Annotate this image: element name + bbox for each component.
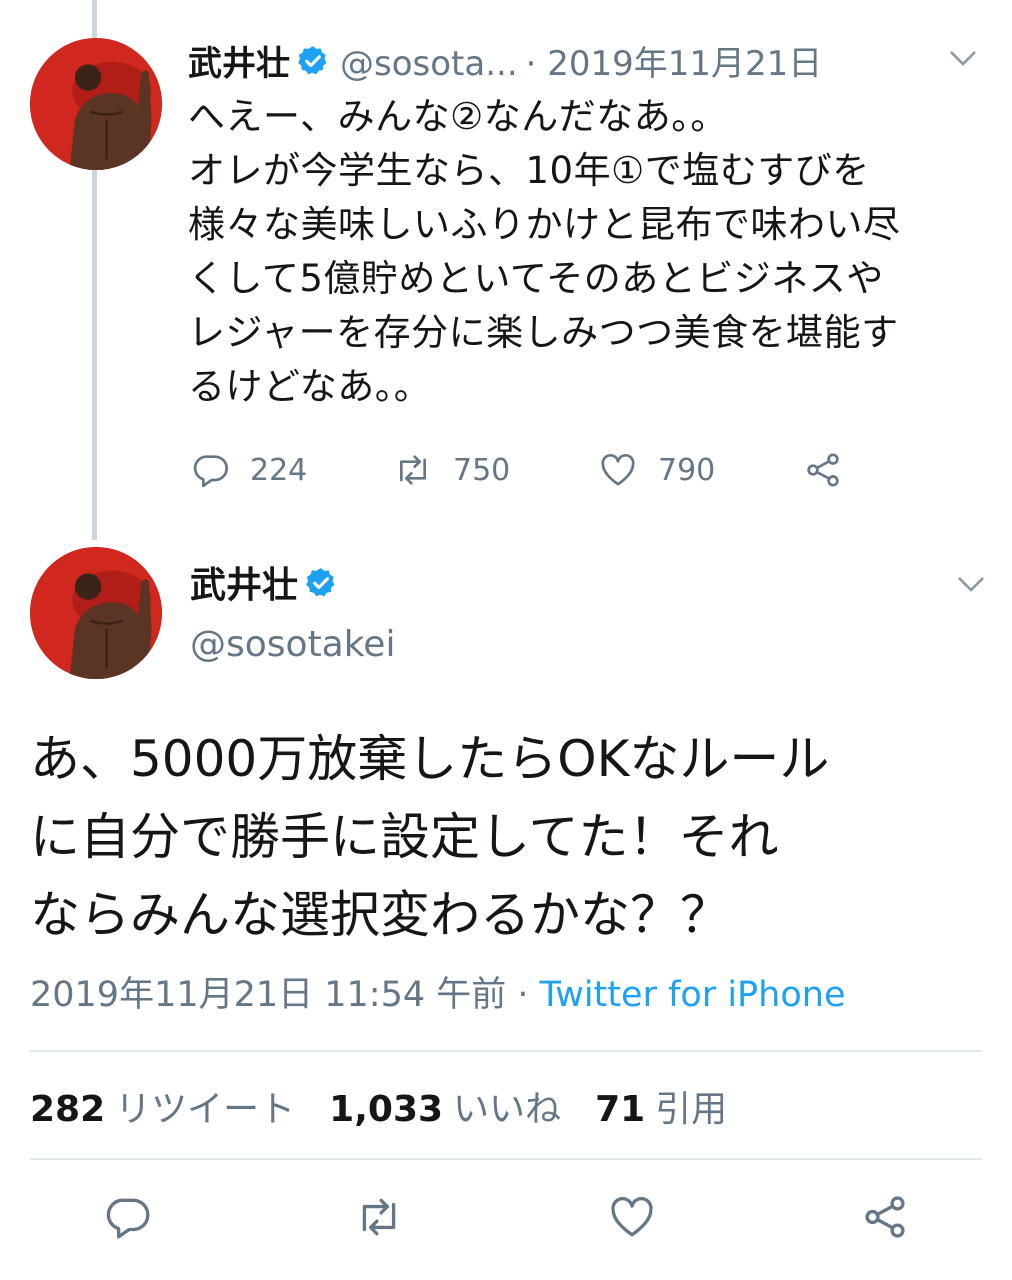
retweet-button[interactable] xyxy=(354,1192,404,1242)
tweet-text-line: ならみんな選択変わるかな？？ xyxy=(30,886,730,944)
tweet-action-bar xyxy=(0,1192,1012,1248)
avatar-image xyxy=(30,547,162,679)
tweet-meta: 2019年11月21日 11:54 午前 · Twitter for iPhon… xyxy=(30,966,845,1017)
heart-icon xyxy=(611,1196,653,1237)
verified-badge-icon xyxy=(296,44,330,78)
display-name[interactable]: 武井壮 xyxy=(190,565,298,606)
display-name[interactable]: 武井壮 xyxy=(188,44,290,84)
tweet-text-line: に自分で勝手に設定してた！それ xyxy=(30,808,779,866)
retweet-icon xyxy=(362,1198,396,1236)
tweet-text-line: へえー、みんな②なんだなあ。。 xyxy=(188,95,728,138)
tweet-header: 武井壮 xyxy=(190,556,338,608)
reply-button[interactable]: 224 xyxy=(190,445,307,495)
divider xyxy=(30,1158,982,1160)
heart-icon xyxy=(601,454,635,486)
chevron-down-icon[interactable] xyxy=(956,574,986,594)
verified-badge-icon xyxy=(304,566,338,600)
user-handle[interactable]: @sosotakei xyxy=(190,624,395,665)
retweet-icon xyxy=(400,455,426,485)
reply-icon xyxy=(193,455,228,488)
share-button[interactable] xyxy=(803,445,843,495)
tweet-text-line: 様々な美味しいふりかけと昆布で味わい尽 xyxy=(188,203,901,246)
like-button[interactable]: 790 xyxy=(598,445,715,495)
tweet-date[interactable]: · 2019年11月21日 xyxy=(526,44,823,84)
share-icon xyxy=(807,453,839,487)
retweet-total[interactable]: 282 xyxy=(30,1089,105,1130)
share-icon xyxy=(865,1196,905,1238)
avatar[interactable] xyxy=(30,38,162,170)
reply-icon xyxy=(106,1198,150,1239)
reply-count: 224 xyxy=(250,452,308,488)
retweet-button[interactable]: 750 xyxy=(393,445,510,495)
avatar-image xyxy=(30,38,162,170)
retweet-total-label[interactable]: リツイート xyxy=(115,1089,295,1130)
retweet-count: 750 xyxy=(453,452,511,488)
tweet-text: あ、5000万放棄したらOKなルール に自分で勝手に設定してた！それ ならみんな… xyxy=(30,720,990,954)
tweet-action-bar: 224 750 790 xyxy=(188,445,888,495)
reply-button[interactable] xyxy=(102,1192,152,1242)
quote-total[interactable]: 71 xyxy=(595,1089,645,1130)
divider xyxy=(30,1050,982,1052)
tweet-stats: 282 リツイート 1,033 いいね 71 引用 xyxy=(30,1080,761,1132)
tweet-text-line: くして5億貯めといてそのあとビジネスや xyxy=(188,257,884,300)
tweet-text-line: あ、5000万放棄したらOKなルール xyxy=(30,730,830,788)
quote-total-label[interactable]: 引用 xyxy=(655,1089,727,1130)
tweet-text-line: るけどなあ。。 xyxy=(188,365,432,408)
tweet-header: 武井壮 @sosota... · 2019年11月21日 xyxy=(188,36,988,86)
tweet-timestamp[interactable]: 2019年11月21日 11:54 午前 xyxy=(30,975,506,1015)
like-count: 790 xyxy=(658,452,716,488)
user-handle[interactable]: @sosota... xyxy=(340,44,518,84)
avatar[interactable] xyxy=(30,547,162,679)
like-button[interactable] xyxy=(607,1192,657,1242)
tweet-text-line: オレが今学生なら、10年①で塩むすびを xyxy=(188,149,870,192)
like-total[interactable]: 1,033 xyxy=(329,1089,443,1130)
tweet-source-link[interactable]: Twitter for iPhone xyxy=(540,975,846,1015)
tweet-text-line: レジャーを存分に楽しみつつ美食を堪能す xyxy=(188,311,899,354)
chevron-down-icon[interactable] xyxy=(948,48,978,68)
meta-separator: · xyxy=(506,975,540,1015)
tweet-text: へえー、みんな②なんだなあ。。 オレが今学生なら、10年①で塩むすびを 様々な美… xyxy=(188,90,978,414)
share-button[interactable] xyxy=(860,1192,910,1242)
like-total-label[interactable]: いいね xyxy=(453,1089,561,1130)
